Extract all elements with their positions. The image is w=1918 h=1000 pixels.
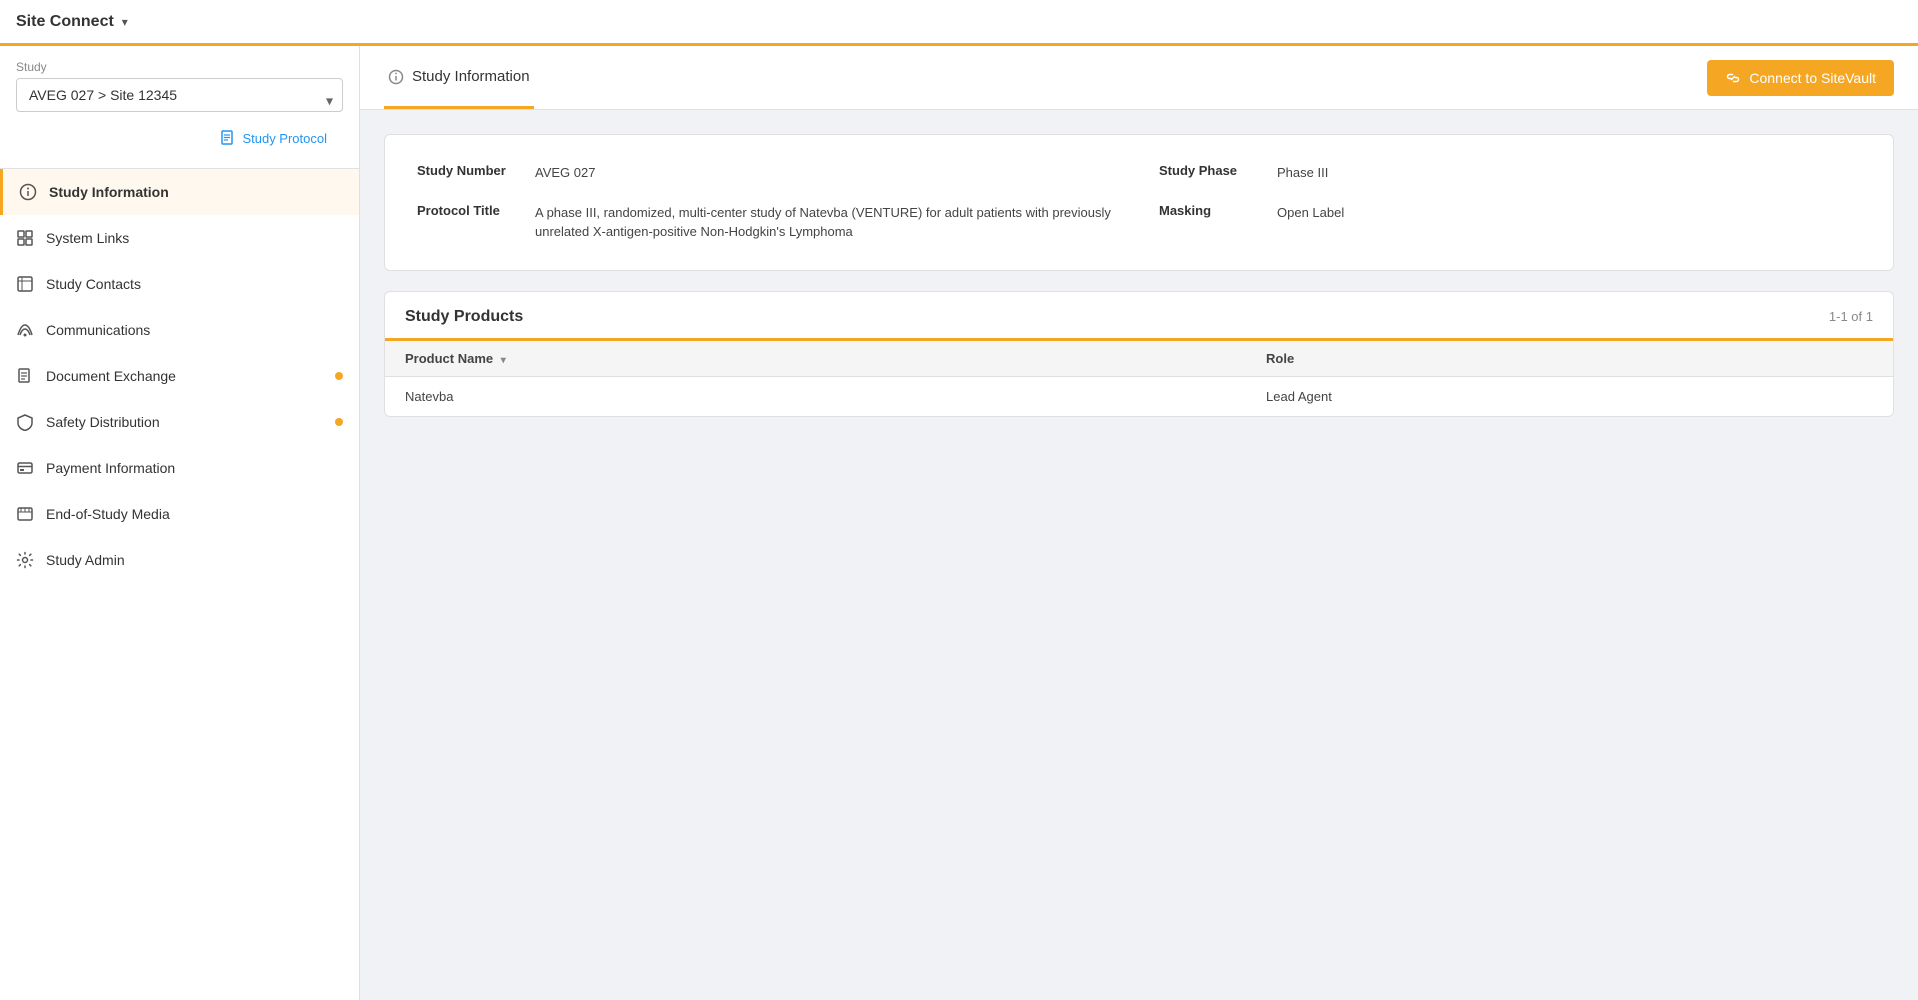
study-info-grid: Study Number AVEG 027 Study Phase Phase … [417, 163, 1861, 242]
protocol-title-row: Protocol Title A phase III, randomized, … [417, 203, 1119, 242]
sidebar-item-label: Communications [46, 322, 150, 338]
connect-button-label: Connect to SiteVault [1749, 70, 1876, 86]
column-role-label: Role [1266, 351, 1294, 366]
column-product-name[interactable]: Product Name ▾ [385, 341, 1246, 377]
sidebar-item-label: Study Contacts [46, 276, 141, 292]
study-select-wrapper: AVEG 027 > Site 12345 ▾ [0, 78, 359, 124]
brand-name: Site Connect [16, 13, 114, 31]
sidebar-item-label: End-of-Study Media [46, 506, 170, 522]
sidebar-item-end-of-study-media[interactable]: End-of-Study Media [0, 491, 359, 537]
grid-icon [16, 229, 34, 247]
study-protocol-link[interactable]: Study Protocol [204, 124, 343, 156]
table-row: Natevba Lead Agent [385, 376, 1893, 416]
sidebar-item-system-links[interactable]: System Links [0, 215, 359, 261]
products-table-body: Natevba Lead Agent [385, 376, 1893, 416]
study-phase-row: Study Phase Phase III [1159, 163, 1861, 183]
sidebar-item-communications[interactable]: Communications [0, 307, 359, 353]
main-content: Study Information Connect to SiteVault S… [360, 46, 1918, 1000]
document-exchange-badge [335, 372, 343, 380]
study-info-card: Study Number AVEG 027 Study Phase Phase … [384, 134, 1894, 271]
link-icon [1725, 70, 1741, 86]
products-count: 1-1 of 1 [1829, 309, 1873, 324]
products-table-head: Product Name ▾ Role [385, 341, 1893, 377]
study-select[interactable]: AVEG 027 > Site 12345 [16, 78, 343, 112]
product-name-cell: Natevba [385, 376, 1246, 416]
products-title: Study Products [405, 308, 523, 326]
shield-icon [16, 413, 34, 431]
study-products-card: Study Products 1-1 of 1 Product Name ▾ R… [384, 291, 1894, 417]
tab-label: Study Information [412, 68, 530, 85]
sidebar-item-label: Study Admin [46, 552, 125, 568]
brand-dropdown-icon[interactable]: ▾ [122, 15, 128, 29]
masking-label: Masking [1159, 203, 1269, 218]
document-exchange-icon [16, 367, 34, 385]
sidebar-item-label: Study Information [49, 184, 169, 200]
sidebar-item-payment-information[interactable]: Payment Information [0, 445, 359, 491]
protocol-title-value: A phase III, randomized, multi-center st… [535, 203, 1119, 242]
gear-icon [16, 551, 34, 569]
info-icon [19, 183, 37, 201]
sidebar-item-study-contacts[interactable]: Study Contacts [0, 261, 359, 307]
content-area: Study Number AVEG 027 Study Phase Phase … [360, 110, 1918, 1000]
sidebar-item-safety-distribution[interactable]: Safety Distribution [0, 399, 359, 445]
main-layout: Study AVEG 027 > Site 12345 ▾ Study Prot… [0, 46, 1918, 1000]
masking-value: Open Label [1277, 203, 1344, 223]
sidebar-item-label: System Links [46, 230, 129, 246]
signal-icon [16, 321, 34, 339]
connect-to-sitevault-button[interactable]: Connect to SiteVault [1707, 60, 1894, 96]
app-header: Site Connect ▾ [0, 0, 1918, 46]
products-header: Study Products 1-1 of 1 [385, 292, 1893, 341]
study-label: Study [0, 46, 359, 78]
contact-icon [16, 275, 34, 293]
column-product-name-label: Product Name [405, 351, 493, 366]
sidebar: Study AVEG 027 > Site 12345 ▾ Study Prot… [0, 46, 360, 1000]
products-table-header-row: Product Name ▾ Role [385, 341, 1893, 377]
info-icon-tab [388, 67, 404, 84]
page-header: Study Information Connect to SiteVault [360, 46, 1918, 110]
sidebar-item-label: Document Exchange [46, 368, 176, 384]
column-role: Role [1246, 341, 1893, 377]
page-header-tabs: Study Information [384, 46, 534, 109]
study-protocol-label: Study Protocol [242, 131, 327, 146]
media-icon [16, 505, 34, 523]
tab-study-information[interactable]: Study Information [384, 46, 534, 109]
sidebar-item-study-information[interactable]: Study Information [0, 169, 359, 215]
sidebar-item-label: Payment Information [46, 460, 175, 476]
document-icon [220, 130, 236, 146]
sidebar-item-study-admin[interactable]: Study Admin [0, 537, 359, 583]
protocol-title-label: Protocol Title [417, 203, 527, 218]
study-number-label: Study Number [417, 163, 527, 178]
app-brand: Site Connect ▾ [16, 13, 128, 31]
payment-icon [16, 459, 34, 477]
masking-row: Masking Open Label [1159, 203, 1861, 242]
study-number-value: AVEG 027 [535, 163, 595, 183]
study-phase-label: Study Phase [1159, 163, 1269, 178]
products-table: Product Name ▾ Role Natevba Lead Agent [385, 341, 1893, 416]
safety-distribution-badge [335, 418, 343, 426]
study-number-row: Study Number AVEG 027 [417, 163, 1119, 183]
sidebar-item-document-exchange[interactable]: Document Exchange [0, 353, 359, 399]
study-phase-value: Phase III [1277, 163, 1328, 183]
sidebar-item-label: Safety Distribution [46, 414, 160, 430]
sort-icon: ▾ [501, 355, 506, 366]
role-cell: Lead Agent [1246, 376, 1893, 416]
